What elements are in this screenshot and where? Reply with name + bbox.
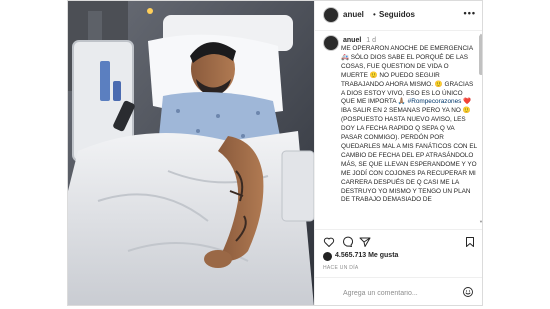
heart-icon[interactable]: [323, 236, 335, 248]
caption-meta: anuel 1 d: [343, 37, 376, 44]
more-horizontal-icon[interactable]: •••: [464, 8, 476, 18]
scroll-down-arrow-icon[interactable]: ▼: [479, 219, 482, 224]
author-avatar[interactable]: [323, 7, 339, 23]
emoji-smile-icon[interactable]: [462, 286, 474, 298]
header-separator: •: [373, 10, 376, 19]
follow-status-button[interactable]: Seguidos: [379, 10, 415, 19]
caption-scrollbar[interactable]: [479, 35, 482, 75]
hospital-bed-photo: [68, 1, 314, 305]
post-details-pane: anuel • Seguidos ••• anuel 1 d Me operar…: [314, 1, 482, 305]
liker-avatar[interactable]: [323, 252, 332, 261]
post-photo[interactable]: [68, 1, 314, 305]
comment-input[interactable]: [343, 287, 453, 299]
caption-text: Me operaron anoche de emergencia 🚑 sólo …: [341, 45, 477, 205]
instagram-post-card: anuel • Seguidos ••• anuel 1 d Me operar…: [67, 0, 483, 306]
author-username[interactable]: anuel: [343, 10, 364, 19]
likes-count[interactable]: 4.565.713 Me gusta: [335, 252, 398, 259]
comment-bar: [315, 277, 482, 305]
caption-author-avatar[interactable]: [323, 35, 339, 51]
bookmark-icon[interactable]: [464, 236, 476, 248]
comment-icon[interactable]: [341, 236, 353, 248]
hashtag-link[interactable]: #Rompecorazones: [408, 98, 462, 105]
likes-row: 4.565.713 Me gusta: [315, 251, 482, 263]
post-actions-bar: [315, 229, 482, 251]
caption-area: anuel 1 d Me operaron anoche de emergenc…: [315, 31, 482, 229]
post-header: anuel • Seguidos •••: [315, 1, 482, 31]
caption-username[interactable]: anuel: [343, 37, 361, 44]
caption-text-part-b: ❤️ iba salir en 2 semanas pero ya no 🙂 (…: [341, 98, 477, 204]
caption-text-part-a: Me operaron anoche de emergencia 🚑 sólo …: [341, 45, 474, 106]
caption-time: 1 d: [366, 37, 376, 44]
share-icon[interactable]: [359, 236, 371, 248]
post-time-ago[interactable]: HACE UN DÍA: [323, 265, 359, 271]
